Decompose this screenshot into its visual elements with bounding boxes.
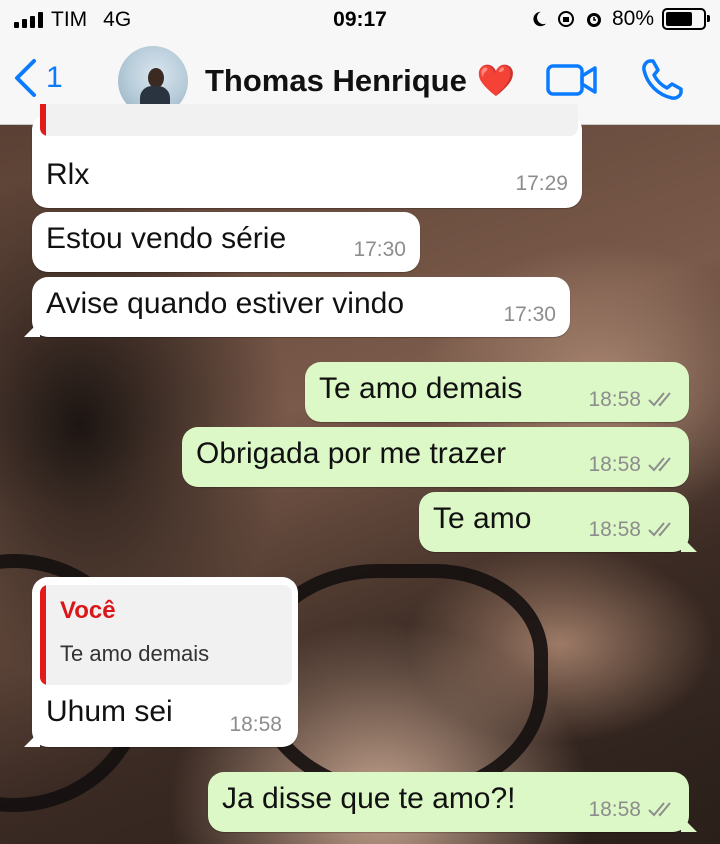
status-right: 80%: [530, 7, 710, 31]
message-time: 18:58: [588, 453, 641, 476]
reply-text: Te amo demais: [60, 641, 210, 666]
back-chevron-icon: [15, 59, 36, 97]
reply-quote-cut: [40, 104, 578, 136]
back-button[interactable]: 1: [12, 58, 63, 98]
battery-percent: 80%: [611, 7, 654, 30]
contact-name-text: Thomas Henrique: [205, 63, 467, 98]
message-text: Obrigada por me trazer: [196, 437, 507, 470]
contact-name[interactable]: Thomas Henrique ❤️: [205, 62, 515, 99]
message-text: Te amo demais: [319, 372, 523, 405]
heart-emoji: ❤️: [476, 63, 516, 98]
status-bar: TIM 4G 09:17 80%: [0, 0, 720, 40]
battery-icon: [662, 8, 710, 30]
message-bubble-incoming[interactable]: Estou vendo série 17:30: [32, 212, 420, 272]
message-time: 18:58: [588, 798, 641, 821]
message-time: 17:30: [353, 238, 406, 261]
message-bubble-outgoing[interactable]: Ja disse que te amo?! 18:58: [208, 772, 697, 832]
message-time: 18:58: [229, 713, 282, 736]
message-bubble-outgoing[interactable]: Obrigada por me trazer 18:58: [182, 427, 689, 487]
read-ticks-icon: [648, 457, 671, 472]
phone-icon: [642, 59, 683, 100]
message-time: 17:30: [503, 303, 556, 326]
message-text: Estou vendo série: [46, 222, 287, 255]
message-text: Ja disse que te amo?!: [222, 782, 516, 815]
message-bubble-outgoing[interactable]: Te amo 18:58: [419, 492, 697, 552]
back-count: 1: [46, 61, 63, 94]
message-time: 18:58: [588, 388, 641, 411]
moon-icon: [533, 11, 547, 27]
message-text: Uhum sei: [46, 695, 173, 728]
message-bubble-outgoing[interactable]: Te amo demais 18:58: [305, 362, 689, 422]
message-time: 17:29: [515, 172, 568, 195]
message-bubble-incoming[interactable]: Você Te amo demais Uhum sei 18:58: [24, 577, 298, 747]
reply-quote[interactable]: Você Te amo demais: [40, 585, 292, 685]
message-text: Rlx: [46, 158, 90, 191]
reply-author: Você: [60, 597, 116, 624]
video-call-icon: [546, 64, 597, 96]
read-ticks-icon: [648, 522, 671, 537]
message-bubble-incoming[interactable]: Rlx 17:29: [32, 104, 582, 208]
message-time: 18:58: [588, 518, 641, 541]
message-bubble-incoming[interactable]: Avise quando estiver vindo 17:30: [24, 277, 570, 337]
read-ticks-icon: [648, 392, 671, 407]
rotation-lock-icon: [557, 11, 574, 27]
read-ticks-icon: [648, 802, 671, 817]
alarm-icon: [586, 13, 601, 27]
video-call-button[interactable]: [546, 62, 598, 98]
voice-call-button[interactable]: [638, 56, 686, 104]
message-text: Te amo: [433, 502, 532, 535]
message-text: Avise quando estiver vindo: [46, 287, 405, 320]
